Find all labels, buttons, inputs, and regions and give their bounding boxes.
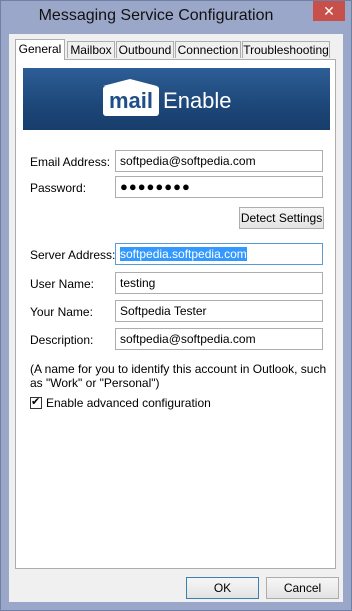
logo-enable-text: Enable bbox=[163, 88, 232, 113]
logo-mail-text: mail bbox=[103, 79, 160, 116]
email-field[interactable]: softpedia@softpedia.com bbox=[115, 150, 323, 172]
title-bar[interactable]: Messaging Service Configuration ✕ bbox=[1, 1, 351, 34]
tab-general[interactable]: General bbox=[15, 39, 65, 60]
mailenable-banner: mail Enable bbox=[23, 68, 330, 130]
user-name-field[interactable]: testing bbox=[115, 272, 323, 294]
advanced-config-row[interactable]: Enable advanced configuration bbox=[30, 395, 211, 410]
description-hint: (A name for you to identify this account… bbox=[30, 362, 327, 390]
server-address-label: Server Address: bbox=[30, 248, 116, 262]
general-panel: mail Enable Email Address: softpedia@sof… bbox=[15, 59, 336, 569]
detect-settings-button[interactable]: Detect Settings bbox=[239, 207, 324, 229]
password-label: Password: bbox=[30, 181, 87, 195]
tab-mailbox[interactable]: Mailbox bbox=[67, 41, 115, 58]
mailenable-logo: mail Enable bbox=[103, 79, 232, 119]
description-field[interactable]: softpedia@softpedia.com bbox=[115, 328, 323, 350]
close-button[interactable]: ✕ bbox=[313, 1, 345, 21]
selected-text: softpedia.softpedia.com bbox=[120, 247, 247, 261]
dialog-client: General Mailbox Outbound Connection Trou… bbox=[9, 34, 343, 602]
your-name-field[interactable]: Softpedia Tester bbox=[115, 300, 323, 322]
advanced-config-label[interactable]: Enable advanced configuration bbox=[46, 396, 211, 410]
close-icon: ✕ bbox=[323, 3, 335, 19]
tab-connection[interactable]: Connection bbox=[175, 41, 241, 58]
advanced-config-checkbox[interactable] bbox=[30, 395, 42, 409]
cancel-button[interactable]: Cancel bbox=[266, 577, 339, 599]
dialog-window: Messaging Service Configuration ✕ Genera… bbox=[0, 0, 352, 611]
description-label: Description: bbox=[30, 333, 94, 347]
your-name-label: Your Name: bbox=[30, 305, 93, 319]
tab-outbound[interactable]: Outbound bbox=[116, 41, 174, 58]
window-title: Messaging Service Configuration bbox=[38, 7, 274, 24]
email-label: Email Address: bbox=[30, 155, 111, 169]
tab-troubleshooting[interactable]: Troubleshooting bbox=[242, 41, 330, 58]
ok-button[interactable]: OK bbox=[186, 577, 259, 599]
password-field[interactable]: ●●●●●●●● bbox=[115, 176, 323, 198]
user-name-label: User Name: bbox=[30, 277, 95, 291]
server-address-field[interactable]: softpedia.softpedia.com bbox=[115, 243, 323, 265]
